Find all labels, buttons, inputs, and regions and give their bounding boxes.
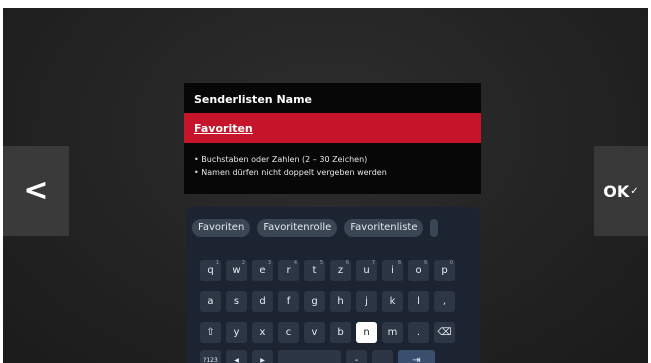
suggestion-chip[interactable]: Favoritenrolle: [257, 219, 338, 237]
key-row-1: q1 w2 e3 r4 t5 z6 u7 i8 o9 p0: [200, 260, 455, 281]
name-field-value: Favoriten: [194, 121, 253, 135]
on-screen-keyboard: Favoriten Favoritenrolle Favoritenliste …: [186, 207, 480, 363]
key-r[interactable]: r4: [278, 260, 299, 281]
cursor-right-key[interactable]: ▶: [252, 350, 273, 363]
key-p[interactable]: p0: [434, 260, 455, 281]
hint-list: Buchstaben oder Zahlen (2 – 30 Zeichen) …: [194, 153, 387, 179]
key-t[interactable]: t5: [304, 260, 325, 281]
enter-key[interactable]: ⇥: [398, 350, 435, 363]
key-k[interactable]: k: [382, 291, 403, 312]
key-hint: 5: [319, 260, 323, 266]
space-icon: ⎵: [307, 355, 312, 363]
suggestion-chip[interactable]: [430, 219, 439, 237]
key-label: i: [391, 265, 394, 276]
key-label: z: [337, 265, 344, 276]
key-n-focused[interactable]: n: [356, 322, 377, 343]
key-w[interactable]: w2: [226, 260, 247, 281]
back-button[interactable]: <: [3, 146, 69, 236]
key-hint: 2: [241, 260, 245, 266]
shift-icon: ⇧: [206, 327, 215, 338]
key-period[interactable]: .: [408, 322, 429, 343]
key-s[interactable]: s: [226, 291, 247, 312]
key-h[interactable]: h: [330, 291, 351, 312]
suggestion-chip[interactable]: Favoriten: [192, 219, 251, 237]
hint-item: Namen dürfen nicht doppelt vergeben werd…: [194, 166, 387, 179]
key-minus[interactable]: -: [346, 350, 367, 363]
key-label: o: [415, 265, 422, 276]
ok-label: OK: [603, 181, 630, 201]
cursor-left-key[interactable]: ◀: [226, 350, 247, 363]
key-label: q: [207, 265, 214, 276]
key-label: r: [286, 265, 291, 276]
arrow-left-icon: ◀: [234, 357, 239, 363]
key-comma[interactable]: ,: [434, 291, 455, 312]
tv-screen: < OK ✓ Senderlisten Name Favoriten Buchs…: [3, 8, 648, 363]
key-a[interactable]: a: [200, 291, 221, 312]
next-arrow-icon: ⇥: [412, 355, 421, 363]
key-l[interactable]: l: [408, 291, 429, 312]
key-hint: 1: [215, 260, 219, 266]
key-underscore[interactable]: _: [372, 350, 393, 363]
key-label: p: [441, 265, 448, 276]
key-m[interactable]: m: [382, 322, 403, 343]
channel-list-name-field[interactable]: Favoriten: [184, 113, 481, 143]
symbols-key[interactable]: ?123: [200, 350, 221, 363]
key-e[interactable]: e3: [252, 260, 273, 281]
key-hint: 6: [345, 260, 349, 266]
dialog-title: Senderlisten Name: [194, 93, 312, 106]
key-hint: 3: [267, 260, 271, 266]
key-label: w: [232, 265, 241, 276]
key-hint: 8: [397, 260, 401, 266]
key-hint: 0: [449, 260, 453, 266]
key-label: t: [312, 265, 317, 276]
key-g[interactable]: g: [304, 291, 325, 312]
key-label: u: [363, 265, 370, 276]
key-q[interactable]: q1: [200, 260, 221, 281]
key-i[interactable]: i8: [382, 260, 403, 281]
check-icon: ✓: [630, 185, 639, 197]
key-u[interactable]: u7: [356, 260, 377, 281]
key-hint: 7: [371, 260, 375, 266]
key-o[interactable]: o9: [408, 260, 429, 281]
hint-item: Buchstaben oder Zahlen (2 – 30 Zeichen): [194, 153, 387, 166]
key-row-4: ?123 ◀ ▶ ⎵ - _ ⇥: [200, 350, 435, 363]
key-row-2: a s d f g h j k l ,: [200, 291, 455, 312]
key-d[interactable]: d: [252, 291, 273, 312]
key-row-3: ⇧ y x c v b n m . ⌫: [200, 322, 455, 343]
key-x[interactable]: x: [252, 322, 273, 343]
backspace-key[interactable]: ⌫: [434, 322, 455, 343]
key-j[interactable]: j: [356, 291, 377, 312]
key-z[interactable]: z6: [330, 260, 351, 281]
space-key[interactable]: ⎵: [278, 350, 341, 363]
backspace-icon: ⌫: [437, 327, 452, 338]
key-c[interactable]: c: [278, 322, 299, 343]
rename-dialog: Senderlisten Name Favoriten Buchstaben o…: [184, 83, 481, 194]
key-b[interactable]: b: [330, 322, 351, 343]
chevron-left-icon: <: [23, 173, 49, 208]
suggestion-bar: Favoriten Favoritenrolle Favoritenliste: [192, 219, 439, 237]
key-hint: 4: [293, 260, 297, 266]
arrow-right-icon: ▶: [260, 357, 265, 363]
key-y[interactable]: y: [226, 322, 247, 343]
ok-button[interactable]: OK ✓: [594, 146, 648, 236]
key-v[interactable]: v: [304, 322, 325, 343]
shift-key[interactable]: ⇧: [200, 322, 221, 343]
key-f[interactable]: f: [278, 291, 299, 312]
suggestion-chip[interactable]: Favoritenliste: [344, 219, 424, 237]
key-hint: 9: [423, 260, 427, 266]
key-label: e: [259, 265, 266, 276]
